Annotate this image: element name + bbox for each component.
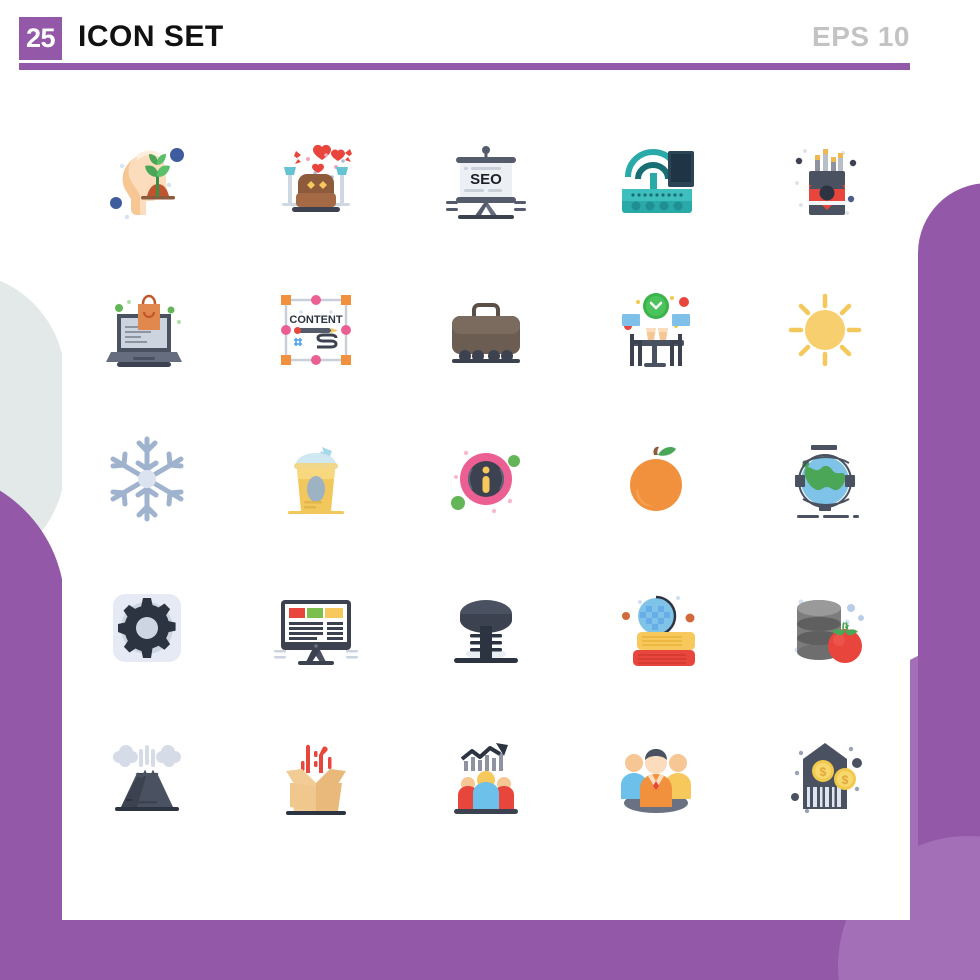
stool-chair-icon xyxy=(453,599,518,663)
decor-purple-right-blob xyxy=(918,183,980,973)
icon-cell-smoothie[interactable] xyxy=(232,404,402,553)
seo-board-text: SEO xyxy=(470,171,502,188)
orange-fruit-icon xyxy=(629,446,682,511)
decor-purple-left-blob xyxy=(0,470,65,980)
icon-cell-head-with-plant[interactable] xyxy=(62,106,232,255)
price-tag-coins-icon: $ $ xyxy=(791,742,863,813)
icon-cell-wifi-router[interactable] xyxy=(571,106,741,255)
laptop-shopping-bag-icon xyxy=(105,294,182,367)
suitcase-icon xyxy=(451,302,520,363)
icon-cell-open-box-candy[interactable] xyxy=(232,702,402,851)
global-network-icon xyxy=(795,444,860,518)
content-editing-icon: CONTENT xyxy=(281,294,352,365)
icon-cell-database-tomato[interactable] xyxy=(740,553,910,702)
snowflake-icon xyxy=(110,436,184,521)
icon-cell-cafe-table-clock[interactable] xyxy=(571,255,741,404)
icon-count-badge: 25 xyxy=(19,17,62,60)
desktop-monitor-icon xyxy=(274,599,359,665)
page-title: ICON SET xyxy=(78,20,224,53)
icon-cell-stool[interactable] xyxy=(401,553,571,702)
icon-cell-laptop-shopping[interactable] xyxy=(62,255,232,404)
bed-with-hearts-icon xyxy=(282,144,353,212)
team-growth-chart-icon xyxy=(453,742,518,814)
open-box-candy-icon xyxy=(286,744,347,815)
cafe-table-clock-icon xyxy=(621,292,690,367)
leadership-group-icon xyxy=(620,748,691,813)
svg-text:$: $ xyxy=(820,765,827,779)
icon-cell-leadership-group[interactable] xyxy=(571,702,741,851)
smoothie-cup-icon xyxy=(288,446,345,514)
decor-gray-blob xyxy=(0,272,65,572)
icon-cell-cigarette-pack[interactable] xyxy=(740,106,910,255)
format-label: EPS 10 xyxy=(812,21,910,52)
content-label-text: CONTENT xyxy=(290,314,343,326)
header-bar: 25 ICON SET EPS 10 xyxy=(0,0,980,72)
icon-grid-card: SEO CONTENT $ $ xyxy=(62,72,910,920)
sun-icon xyxy=(788,293,862,366)
info-button-icon xyxy=(450,450,520,513)
icon-cell-price-tag-coins[interactable]: $ $ xyxy=(740,702,910,851)
icon-cell-suitcase[interactable] xyxy=(401,255,571,404)
wifi-router-icon xyxy=(621,148,694,213)
header-divider xyxy=(19,63,910,70)
icon-cell-settings-gear[interactable] xyxy=(62,553,232,702)
icon-cell-content-editing[interactable]: CONTENT xyxy=(232,255,402,404)
icon-cell-books-globe[interactable] xyxy=(571,553,741,702)
svg-text:$: $ xyxy=(842,773,849,787)
seo-presentation-board-icon: SEO xyxy=(445,145,526,219)
books-globe-icon xyxy=(621,595,695,666)
volcano-icon xyxy=(112,744,181,811)
icon-cell-orange-fruit[interactable] xyxy=(571,404,741,553)
settings-gear-icon xyxy=(112,593,181,662)
head-with-plant-icon xyxy=(109,147,184,219)
database-tomato-icon xyxy=(794,599,865,663)
decor-purple-bottom-bar xyxy=(62,920,980,980)
icon-cell-team-growth-chart[interactable] xyxy=(401,702,571,851)
icon-cell-seo-board[interactable]: SEO xyxy=(401,106,571,255)
icon-grid: SEO CONTENT $ $ xyxy=(62,106,910,851)
icon-cell-info-button[interactable] xyxy=(401,404,571,553)
icon-cell-snowflake[interactable] xyxy=(62,404,232,553)
icon-cell-sun[interactable] xyxy=(740,255,910,404)
icon-cell-global-network[interactable] xyxy=(740,404,910,553)
icon-cell-desktop-monitor[interactable] xyxy=(232,553,402,702)
icon-cell-volcano[interactable] xyxy=(62,702,232,851)
icon-set-canvas: 25 ICON SET EPS 10 SEO CONTENT $ $ xyxy=(0,0,980,980)
icon-cell-bed-with-hearts[interactable] xyxy=(232,106,402,255)
cigarette-pack-icon xyxy=(795,148,857,215)
